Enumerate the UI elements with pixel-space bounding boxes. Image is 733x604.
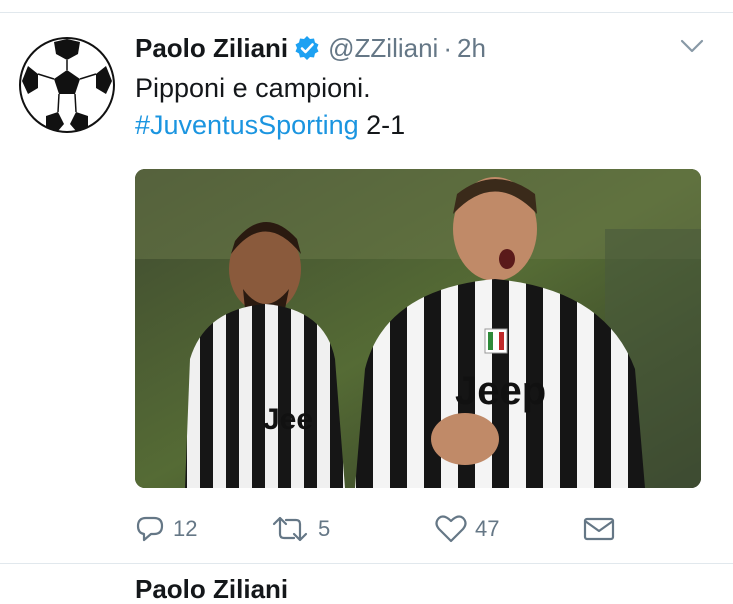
- next-tweet-display-name: Paolo Ziliani: [135, 574, 289, 604]
- score-text: 2-1: [358, 110, 406, 140]
- retweet-count: 5: [318, 516, 331, 541]
- tweet-text: Pipponi e campioni. #JuventusSporting 2-…: [135, 70, 715, 144]
- heart-icon: [435, 515, 467, 543]
- avatar[interactable]: [18, 36, 116, 134]
- football-players-photo: Jee Jeep: [135, 169, 701, 488]
- envelope-icon: [583, 517, 615, 541]
- direct-message-button[interactable]: [582, 509, 616, 549]
- tweet-actions: 12 5 47: [135, 509, 715, 549]
- display-name[interactable]: Paolo Ziliani: [135, 33, 288, 64]
- reply-button[interactable]: 12: [135, 509, 197, 549]
- kit-sponsor-right: Jeep: [455, 369, 546, 413]
- tweet-media-image[interactable]: Jee Jeep: [135, 169, 701, 488]
- reply-icon: [136, 516, 164, 542]
- retweet-icon: [272, 516, 308, 542]
- soccer-ball-icon: [19, 37, 115, 133]
- like-button[interactable]: 47: [435, 509, 499, 549]
- chevron-down-icon[interactable]: [680, 38, 704, 54]
- kit-sponsor-left: Jee: [263, 403, 313, 436]
- hashtag-link[interactable]: #JuventusSporting: [135, 110, 359, 140]
- reply-count: 12: [173, 516, 198, 541]
- next-tweet-preview[interactable]: Paolo Ziliani: [135, 574, 288, 604]
- tweet[interactable]: Paolo Ziliani @ZZiliani · 2h Pipponi e c…: [0, 0, 733, 591]
- bottom-divider: [0, 563, 733, 564]
- tweet-text-line: Pipponi e campioni.: [135, 73, 371, 103]
- handle[interactable]: @ZZiliani: [328, 33, 438, 64]
- tweet-text-line: #JuventusSporting 2-1: [135, 107, 715, 144]
- verified-badge-icon: [294, 35, 320, 61]
- like-count: 47: [475, 516, 500, 541]
- separator-dot: ·: [443, 32, 452, 63]
- retweet-button[interactable]: 5: [270, 509, 330, 549]
- timestamp[interactable]: 2h: [457, 33, 486, 64]
- tweet-header: Paolo Ziliani @ZZiliani · 2h: [135, 29, 486, 67]
